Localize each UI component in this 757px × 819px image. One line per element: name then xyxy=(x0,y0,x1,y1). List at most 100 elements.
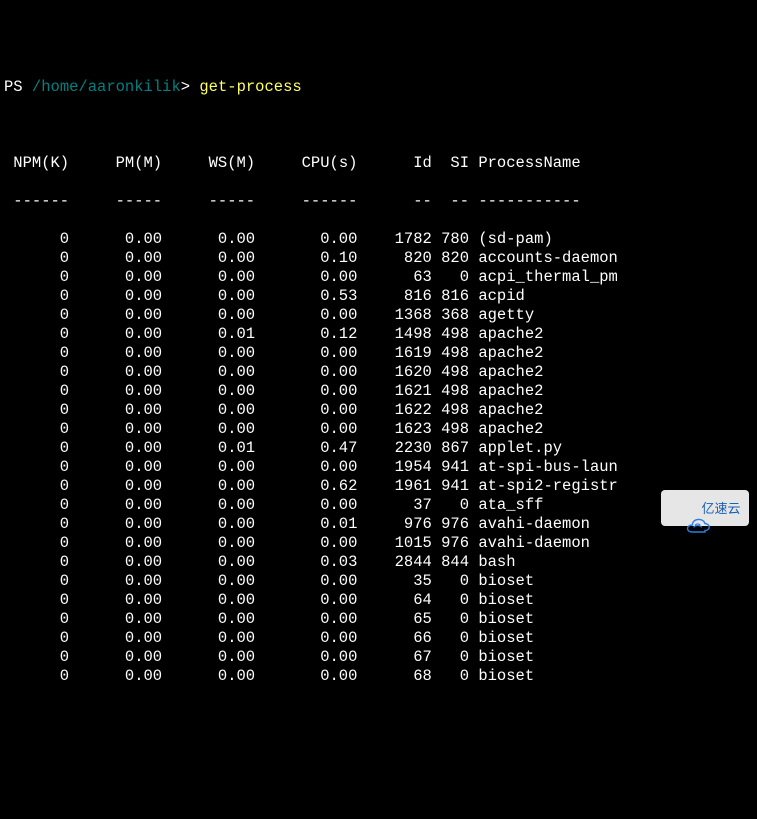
cell-pm: 0.00 xyxy=(69,553,162,572)
cell-si: 498 xyxy=(432,401,469,420)
cell-npm: 0 xyxy=(4,610,69,629)
cell-si: 498 xyxy=(432,382,469,401)
cell-cpu: 0.00 xyxy=(255,667,357,686)
command-text: get-process xyxy=(199,78,301,96)
cell-ws: 0.00 xyxy=(162,458,255,477)
cell-name: accounts-daemon xyxy=(469,249,618,268)
cell-npm: 0 xyxy=(4,553,69,572)
cell-cpu: 0.00 xyxy=(255,363,357,382)
table-row: 00.000.000.00650bioset xyxy=(4,610,753,629)
cell-name: avahi-daemon xyxy=(469,534,590,553)
header-cpu: CPU(s) xyxy=(255,154,357,173)
cell-ws: 0.00 xyxy=(162,572,255,591)
cell-pm: 0.00 xyxy=(69,477,162,496)
table-row: 00.000.000.00660bioset xyxy=(4,629,753,648)
cell-si: 0 xyxy=(432,268,469,287)
cell-ws: 0.00 xyxy=(162,401,255,420)
header-ws: WS(M) xyxy=(162,154,255,173)
cell-ws: 0.00 xyxy=(162,553,255,572)
cell-name: bash xyxy=(469,553,516,572)
header-row: NPM(K)PM(M)WS(M)CPU(s)IdSIProcessName xyxy=(4,154,753,173)
cell-ws: 0.01 xyxy=(162,439,255,458)
prompt-line[interactable]: PS /home/aaronkilik> get-process xyxy=(4,78,753,97)
cell-ws: 0.00 xyxy=(162,420,255,439)
prompt-ps: PS xyxy=(4,78,23,96)
table-row: 00.000.000.00370ata_sff xyxy=(4,496,753,515)
cell-cpu: 0.00 xyxy=(255,401,357,420)
cell-cpu: 0.00 xyxy=(255,344,357,363)
cell-name: apache2 xyxy=(469,401,543,420)
cell-id: 1621 xyxy=(357,382,431,401)
cell-ws: 0.01 xyxy=(162,325,255,344)
cell-id: 1368 xyxy=(357,306,431,325)
cell-id: 1498 xyxy=(357,325,431,344)
cell-ws: 0.00 xyxy=(162,344,255,363)
cell-id: 1619 xyxy=(357,344,431,363)
table-row: 00.000.000.001621498apache2 xyxy=(4,382,753,401)
cell-npm: 0 xyxy=(4,306,69,325)
table-row: 00.000.000.001619498apache2 xyxy=(4,344,753,363)
cell-si: 941 xyxy=(432,458,469,477)
cell-pm: 0.00 xyxy=(69,515,162,534)
cell-name: agetty xyxy=(469,306,534,325)
header-npm: NPM(K) xyxy=(4,154,69,173)
cell-cpu: 0.00 xyxy=(255,572,357,591)
cell-si: 867 xyxy=(432,439,469,458)
cell-npm: 0 xyxy=(4,572,69,591)
cell-npm: 0 xyxy=(4,344,69,363)
cell-pm: 0.00 xyxy=(69,458,162,477)
cell-ws: 0.00 xyxy=(162,667,255,686)
cell-cpu: 0.00 xyxy=(255,458,357,477)
cell-ws: 0.00 xyxy=(162,496,255,515)
cell-pm: 0.00 xyxy=(69,667,162,686)
cell-cpu: 0.10 xyxy=(255,249,357,268)
table-row: 00.000.000.10820820accounts-daemon xyxy=(4,249,753,268)
table-row: 00.000.000.53816816acpid xyxy=(4,287,753,306)
cell-name: ata_sff xyxy=(469,496,543,515)
cell-cpu: 0.00 xyxy=(255,420,357,439)
cell-id: 66 xyxy=(357,629,431,648)
cell-pm: 0.00 xyxy=(69,496,162,515)
cell-pm: 0.00 xyxy=(69,572,162,591)
cell-id: 1623 xyxy=(357,420,431,439)
cell-si: 0 xyxy=(432,496,469,515)
cell-ws: 0.00 xyxy=(162,591,255,610)
cell-si: 498 xyxy=(432,363,469,382)
cell-id: 1954 xyxy=(357,458,431,477)
cell-id: 68 xyxy=(357,667,431,686)
table-row: 00.000.000.621961941at-spi2-registr xyxy=(4,477,753,496)
cell-si: 0 xyxy=(432,591,469,610)
cell-si: 498 xyxy=(432,420,469,439)
table-row: 00.000.000.001954941at-spi-bus-laun xyxy=(4,458,753,477)
cell-cpu: 0.00 xyxy=(255,534,357,553)
cell-cpu: 0.00 xyxy=(255,496,357,515)
table-row: 00.000.010.472230867applet.py xyxy=(4,439,753,458)
header-id: Id xyxy=(357,154,431,173)
cell-name: apache2 xyxy=(469,420,543,439)
table-row: 00.000.000.00640bioset xyxy=(4,591,753,610)
cell-id: 65 xyxy=(357,610,431,629)
cell-ws: 0.00 xyxy=(162,610,255,629)
cell-ws: 0.00 xyxy=(162,230,255,249)
cell-ws: 0.00 xyxy=(162,629,255,648)
cell-si: 0 xyxy=(432,667,469,686)
cell-cpu: 0.01 xyxy=(255,515,357,534)
cell-cpu: 0.12 xyxy=(255,325,357,344)
cell-ws: 0.00 xyxy=(162,534,255,553)
cell-pm: 0.00 xyxy=(69,382,162,401)
header-pm: PM(M) xyxy=(69,154,162,173)
cell-npm: 0 xyxy=(4,249,69,268)
cell-pm: 0.00 xyxy=(69,268,162,287)
cell-id: 820 xyxy=(357,249,431,268)
cell-cpu: 0.03 xyxy=(255,553,357,572)
cell-npm: 0 xyxy=(4,591,69,610)
cell-npm: 0 xyxy=(4,667,69,686)
cell-npm: 0 xyxy=(4,287,69,306)
watermark-text: 亿速云 xyxy=(701,499,740,518)
cell-npm: 0 xyxy=(4,496,69,515)
divider-npm: ------ xyxy=(4,192,69,211)
cell-pm: 0.00 xyxy=(69,287,162,306)
cell-id: 35 xyxy=(357,572,431,591)
cell-name: (sd-pam) xyxy=(469,230,553,249)
cell-npm: 0 xyxy=(4,363,69,382)
